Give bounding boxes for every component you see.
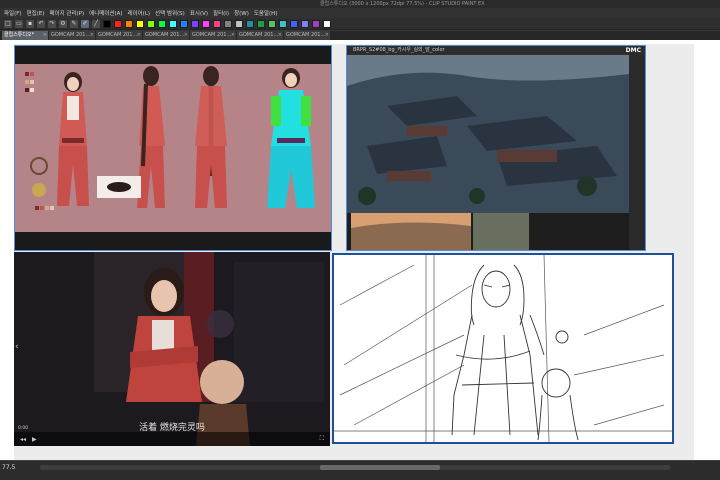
menu-item[interactable]: 선택 범위(S) [155, 9, 185, 17]
previous-arrow-icon[interactable]: ‹ [15, 342, 19, 352]
close-icon[interactable]: × [278, 31, 282, 40]
gear-icon[interactable]: ⚙ [59, 19, 67, 28]
canvas-tab[interactable]: GOMCAM 201... × [190, 31, 236, 40]
canvas-tab[interactable]: GOMCAM 201... × [96, 31, 142, 40]
command-bar: □ ▭ ▪ ↶ ↷ ⚙ ✎ ✐ ╱ [0, 18, 720, 30]
color-swatch[interactable] [301, 19, 309, 28]
menu-item[interactable]: 도움말(H) [254, 9, 278, 17]
color-swatch[interactable] [202, 19, 210, 28]
color-swatch[interactable] [191, 19, 199, 28]
color-swatch[interactable] [103, 19, 111, 28]
color-swatch[interactable] [169, 19, 177, 28]
redo-icon[interactable]: ↷ [48, 19, 56, 28]
menu-item[interactable]: 필터(I) [213, 9, 229, 17]
canvas-tab[interactable]: GOMCAM 201... × [284, 31, 330, 40]
color-swatch[interactable] [323, 19, 331, 28]
color-swatch[interactable] [257, 19, 265, 28]
color-swatch[interactable] [180, 19, 188, 28]
close-icon[interactable]: × [231, 31, 235, 40]
reference-title: BRPR_S2#08_bg_카시우_실외_앞_color [347, 46, 645, 55]
close-icon[interactable]: × [325, 31, 329, 40]
canvas-tab[interactable]: 클립스튜디오* × [2, 31, 48, 40]
color-swatch[interactable] [268, 19, 276, 28]
color-swatch[interactable] [312, 19, 320, 28]
status-bar: 77.5 [0, 460, 720, 480]
menu-item[interactable]: 레이어(L) [128, 9, 151, 17]
storyboard-sketch [334, 255, 672, 442]
video-frame-image [14, 252, 330, 446]
canvas-tab-bar: 클립스튜디오* × GOMCAM 201... × GOMCAM 201... × GOMC… [0, 31, 720, 40]
canvas-tab[interactable]: GOMCAM 201... × [237, 31, 283, 40]
horizontal-scrollbar[interactable] [40, 465, 670, 470]
color-swatch[interactable] [114, 19, 122, 28]
scrollbar-thumb[interactable] [320, 465, 440, 470]
color-swatch[interactable] [125, 19, 133, 28]
color-swatch[interactable] [147, 19, 155, 28]
open-icon[interactable]: ▭ [15, 19, 23, 28]
tab-label: GOMCAM 201... [98, 32, 138, 38]
menu-item[interactable]: 창(W) [234, 9, 249, 17]
tab-label: GOMCAM 201... [286, 32, 326, 38]
color-swatch[interactable] [213, 19, 221, 28]
tab-label: GOMCAM 201... [51, 32, 91, 38]
canvas-tab[interactable]: GOMCAM 201... × [49, 31, 95, 40]
color-swatch[interactable] [246, 19, 254, 28]
tab-label: GOMCAM 201... [145, 32, 185, 38]
character-sheet-image [15, 46, 331, 250]
canvas-tab[interactable]: GOMCAM 201... × [143, 31, 189, 40]
menu-item[interactable]: 파일(F) [4, 9, 22, 17]
background-reference-layer[interactable]: BRPR_S2#08_bg_카시우_실외_앞_color DMC [346, 45, 646, 251]
close-icon[interactable]: × [90, 31, 94, 40]
studio-logo: DMC [625, 47, 641, 54]
tab-label: 클립스튜디오* [4, 32, 35, 38]
back-icon[interactable]: ◂◂ [20, 436, 26, 443]
menu-item[interactable]: 페이지 관리(P) [49, 9, 84, 17]
menu-item[interactable]: 표시(V) [190, 9, 208, 17]
color-swatch[interactable] [290, 19, 298, 28]
sketch-layer[interactable] [332, 253, 674, 444]
menu-item[interactable]: 편집(E) [27, 9, 45, 17]
line-icon[interactable]: ╱ [92, 19, 100, 28]
color-swatch[interactable] [279, 19, 287, 28]
close-icon[interactable]: × [137, 31, 141, 40]
fullscreen-icon[interactable]: ⛶ [320, 435, 324, 443]
brush-icon[interactable]: ✎ [70, 19, 78, 28]
color-swatch[interactable] [158, 19, 166, 28]
new-icon[interactable]: □ [4, 19, 12, 28]
close-icon[interactable]: × [184, 31, 188, 40]
undo-icon[interactable]: ↶ [37, 19, 45, 28]
color-swatch[interactable] [136, 19, 144, 28]
character-sheet-layer[interactable] [14, 45, 332, 251]
menu-bar: 파일(F) 편집(E) 페이지 관리(P) 애니메이션(A) 레이어(L) 선택 범위(S… [0, 8, 720, 18]
palace-background-image [347, 55, 645, 250]
window-title: 클립스튜디오 (3000 x 1200px 72dpi 77.5%) - CLI… [0, 0, 720, 8]
color-swatch[interactable] [235, 19, 243, 28]
video-frame-layer[interactable]: ‹ 活着 燃烧完灵吗 0:00 ◂◂ ▶ ⛶ [14, 252, 330, 446]
video-controls: ◂◂ ▶ ⛶ [14, 432, 330, 446]
zoom-level[interactable]: 77.5 [2, 464, 15, 471]
play-icon[interactable]: ▶ [32, 436, 37, 443]
video-time: 0:00 [18, 426, 29, 431]
tab-label: GOMCAM 201... [192, 32, 232, 38]
color-swatch[interactable] [224, 19, 232, 28]
tab-label: GOMCAM 201... [239, 32, 279, 38]
close-icon[interactable]: × [43, 31, 47, 40]
menu-item[interactable]: 애니메이션(A) [89, 9, 122, 17]
save-icon[interactable]: ▪ [26, 19, 34, 28]
canvas-workspace[interactable]: BRPR_S2#08_bg_카시우_실외_앞_color DMC ‹ 活着 燃烧… [0, 40, 720, 460]
pen-icon[interactable]: ✐ [81, 19, 89, 28]
